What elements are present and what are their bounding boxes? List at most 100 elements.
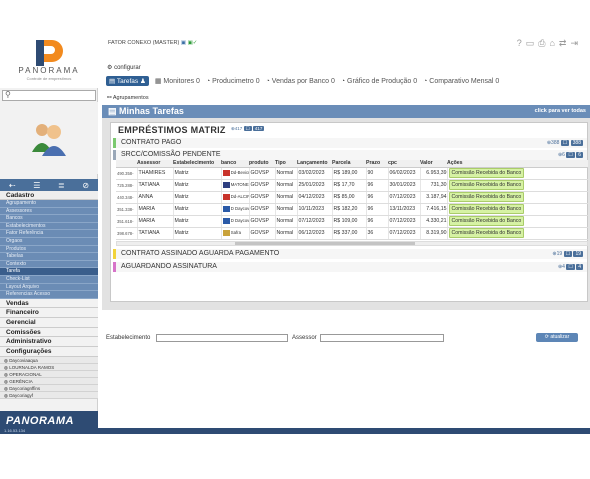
row-estabelecimento: Matriz [173,191,222,204]
sidebar-shortcut[interactable]: ◍ LOURNALDA RAMOS [0,363,98,371]
sidebar-item[interactable]: Layout Arquivo [0,283,98,292]
sidebar-item[interactable]: Produtos [0,245,98,254]
column-header[interactable]: Lançamento [297,160,332,168]
user-avatar[interactable] [0,102,98,174]
print-icon[interactable]: ⎙ [538,38,549,48]
sidebar-item[interactable]: Fator Referência [0,230,98,238]
row-id: 490.358- [116,167,138,180]
brand-name: PANORAMA [18,66,80,75]
commission-received-button[interactable]: Comissão Recebida do Banco [448,228,525,238]
scroll-thumb[interactable] [235,242,415,245]
sidebar-item[interactable]: Check-List [0,275,98,284]
tab-tarefas[interactable]: ▤ Tarefas ♟ [106,76,149,86]
sidebar-item[interactable]: Agrupamento [0,200,98,208]
sidebar-shortcut[interactable]: ◍ Daycoriagnffins [0,384,98,392]
table-row[interactable]: 351.338-MARIAMatriz D DaycovalGOVSPNorma… [116,203,588,216]
row-estabelecimento: Matriz [173,167,222,180]
commission-received-button[interactable]: Comissão Recebida do Banco [448,168,525,178]
menu-icon[interactable]: ☰ [33,181,40,190]
help-icon[interactable]: ? [517,38,526,48]
table-row[interactable]: 351.618-MARIAMatriz D DaycovalGOVSPNorma… [116,215,588,228]
sidebar-section-cadastro[interactable]: Cadastro [0,191,98,200]
tasks-table: Assessor Estabelecimento banco produto Tipo L… [116,160,588,246]
emprestimos-count-badge[interactable]: ⊕417 ☐ 417 [231,126,265,132]
bank-logo-icon [222,206,230,212]
sidebar-section[interactable]: Configurações [0,347,98,357]
column-header[interactable]: Tipo [275,160,297,168]
config-link[interactable]: ⚙ configurar [107,64,141,71]
column-header[interactable]: Prazo [366,160,388,168]
monitor-icon[interactable]: ▭ [526,38,539,48]
sidebar-shortcut[interactable]: ◍ GERÊNCIA [0,377,98,385]
tab-monitores[interactable]: ▦ Monitores 0 [155,77,200,85]
commission-received-button[interactable]: Comissão Recebida do Banco [448,204,525,214]
column-header[interactable]: Estabelecimento [173,160,221,168]
arrow-left-icon[interactable]: ⇠ [9,181,16,190]
logout-icon[interactable]: ⇥ [570,38,582,48]
sidebar-item[interactable]: Assessores [0,207,98,216]
sidebar-item[interactable]: Tabelas [0,253,98,261]
tab-grafico-producao[interactable]: ◔ Gráfico de Produção 0 [341,78,417,85]
table-row[interactable]: 725.288- TATIANA Matriz MATONE GOVSP Normal 2… [116,179,588,192]
wrench-icon: ⚙ [107,65,113,71]
status-contrato-pago[interactable]: CONTRATO PAGO ⊕388 ☐ 388 [113,138,587,148]
tab-comparativo-mensal[interactable]: ◔ Comparativo Mensal 0 [423,78,499,85]
column-header[interactable]: Parcela [332,160,366,168]
row-prazo: 96 [366,203,389,216]
sidebar-shortcut[interactable]: ◍ Daycoriagyf [0,391,98,399]
row-assessor: ANNA [137,191,174,204]
sidebar-section[interactable]: Financeiro [0,308,98,319]
list-icon[interactable]: ≣ [58,181,65,190]
status-srcc-comissao[interactable]: SRCC/COMISSÃO PENDENTE ⊕6 ☐ 6 [113,150,587,160]
sidebar-section[interactable]: Vendas [0,298,98,309]
status-aguardando-assinatura[interactable]: AGUARDANDO ASSINATURA ⊕4 ☐ 4 [113,262,587,272]
sidebar-item[interactable]: Tarefa [0,268,98,276]
view-all-link[interactable]: click para ver todas [535,108,586,114]
sidebar-menu: Cadastro Agrupamento Assessores Bancos Esta… [0,191,98,399]
column-header[interactable]: Valor [420,160,447,168]
column-header[interactable] [116,160,137,168]
commission-received-button[interactable]: Comissão Recebida do Banco [448,216,525,226]
check-icon[interactable]: ▣✓ [188,40,198,46]
table-row[interactable]: 490.358-THAMIRESMatriz Dd-BevicredGOVSPN… [116,167,588,180]
row-prazo: 36 [366,227,389,240]
column-header[interactable]: produto [249,160,275,168]
shortcut-label: Daycoriagyf [9,392,33,398]
sidebar-item[interactable]: Bancos [0,215,98,223]
sidebar-item[interactable]: Referencias Acesso [0,291,98,299]
home-icon[interactable]: ⌂ [549,38,558,48]
row-lancamento: 10/11/2023 [297,203,333,216]
globe-icon[interactable]: ⊘ [82,181,89,190]
sidebar-shortcut[interactable]: ◍ Daycoviaaqua [0,356,98,364]
sidebar-shortcut[interactable]: ◍ OPERACIONAL [0,370,98,378]
sidebar-item[interactable]: Contexto [0,260,98,269]
assessor-filter-select[interactable] [320,334,444,342]
sidebar-section[interactable]: Gerencial [0,318,98,328]
sidebar-search-input[interactable]: ⚲ [2,90,96,101]
sidebar-item[interactable]: Orgaos [0,237,98,246]
status-aguarda-pagamento[interactable]: CONTRATO ASSINADO AGUARDA PAGAMENTO ⊕19 … [113,249,587,259]
table-row[interactable]: 440.348- ANNA Matriz Dd-ALCIF GOVSP Normal 04… [116,191,588,204]
row-cpc: 07/12/2023 [388,215,421,228]
row-prazo: 90 [366,167,389,180]
table-row[interactable]: 398.678- TATIANA Matriz Safra GOVSP Normal 06… [116,227,588,240]
sidebar-toolbar: ⇠ ☰ ≣ ⊘ [0,179,98,191]
column-header[interactable]: Assessor [137,160,173,168]
refresh-icon[interactable]: ⇄ [559,38,571,48]
column-header[interactable]: Ações [447,160,588,168]
row-valor: 3.187,94 [420,191,448,204]
commission-received-button[interactable]: Comissão Recebida do Banco [448,192,525,202]
save-icon[interactable]: ▣ [181,40,186,46]
horizontal-scrollbar[interactable] [116,241,588,246]
estab-filter-select[interactable] [156,334,288,342]
commission-received-button[interactable]: Comissão Recebida do Banco [448,180,525,190]
sidebar-section[interactable]: Administrativo [0,337,98,348]
refresh-button[interactable]: ⟳ atualizar [536,333,578,342]
breadcrumb[interactable]: ⚯ Agrupamentos [107,95,149,101]
tab-producimetro[interactable]: ◔ Producimetro 0 [206,78,260,85]
sidebar-item[interactable]: Estabelecimentos [0,222,98,231]
column-header[interactable]: cpc [388,160,420,168]
tab-vendas-banco[interactable]: ◔ Vendas por Banco 0 [266,78,335,85]
sidebar-section[interactable]: Comissões [0,327,98,338]
column-header[interactable]: banco [221,160,249,168]
